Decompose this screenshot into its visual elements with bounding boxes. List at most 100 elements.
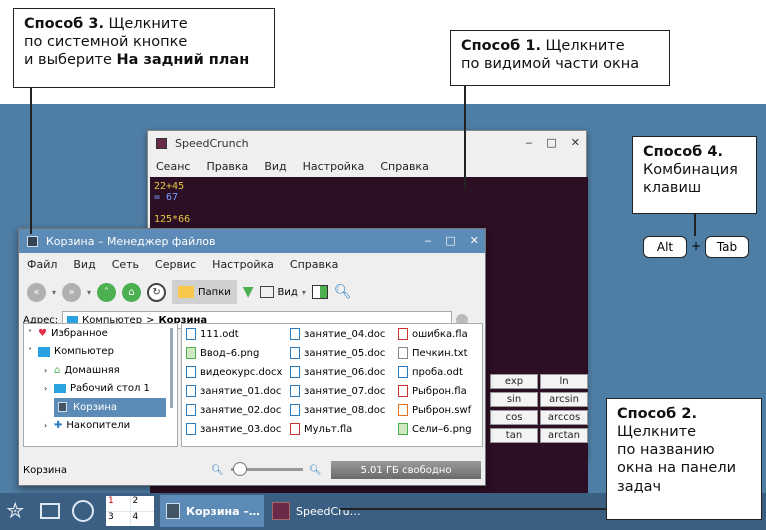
callout-text: Щелкните — [103, 16, 188, 32]
minimize-icon[interactable]: ‒ — [424, 234, 431, 247]
callout-method3: Способ 3. Щелкните по системной кнопке и… — [13, 8, 275, 88]
tree-item-label: Корзина — [73, 401, 118, 413]
tree-item-home[interactable]: › ⌂ Домашняя — [24, 361, 177, 380]
menu-view[interactable]: Вид — [264, 160, 286, 173]
filter-icon[interactable]: ▼ — [243, 284, 254, 300]
file-name: занятие_04.doc — [304, 328, 386, 340]
key-tan[interactable]: tan — [490, 428, 538, 443]
chevron-down-icon[interactable]: ˅ — [28, 329, 38, 338]
forward-icon[interactable]: » — [62, 282, 82, 302]
chevron-down-icon[interactable]: ˅ — [28, 347, 38, 356]
file-item[interactable]: проба.odt — [398, 366, 463, 378]
menu-session[interactable]: Сеанс — [156, 160, 190, 173]
menu-help[interactable]: Справка — [290, 258, 338, 271]
task-speedcrunch[interactable]: SpeedCru… — [268, 495, 368, 527]
file-item[interactable]: занятие_01.doc — [186, 385, 281, 397]
switch-windows-icon[interactable] — [72, 495, 94, 527]
reload-icon[interactable]: ↻ — [147, 282, 167, 302]
file-type-icon — [398, 404, 408, 416]
menu-network[interactable]: Сеть — [112, 258, 139, 271]
file-item[interactable]: занятие_04.doc — [290, 328, 385, 340]
file-manager-titlebar[interactable]: Корзина – Менеджер файлов ‒ □ ✕ — [19, 229, 485, 253]
key-sin[interactable]: sin — [490, 392, 538, 407]
file-item[interactable]: Ввод–6.png — [186, 347, 259, 359]
file-name: занятие_01.doc — [200, 385, 282, 397]
tree-item-computer[interactable]: ˅ Компьютер — [24, 343, 177, 362]
workspace-1[interactable]: 1 — [106, 496, 130, 511]
file-item[interactable]: Рыброн.swf — [398, 404, 471, 416]
zoom-in-icon[interactable]: 🔍︎ — [309, 465, 322, 476]
file-item[interactable]: занятие_07.doc — [290, 385, 385, 397]
zoom-out-icon[interactable]: 🔍︎ — [211, 465, 224, 476]
tree-scrollbar[interactable] — [170, 328, 173, 408]
zoom-slider-handle[interactable] — [233, 462, 247, 476]
menu-settings[interactable]: Настройка — [212, 258, 274, 271]
chevron-right-icon[interactable]: › — [44, 384, 54, 393]
search-icon[interactable]: 🔍︎ — [334, 284, 352, 300]
file-item[interactable]: Печкин.txt — [398, 347, 468, 359]
file-list[interactable]: 111.odt занятие_04.doc ошибка.fla Ввод–6.pn… — [181, 323, 483, 447]
file-name: Сели–6.png — [412, 423, 472, 435]
workspace-4[interactable]: 4 — [130, 511, 154, 526]
split-view-icon[interactable] — [311, 285, 328, 299]
speedcrunch-app-icon[interactable] — [156, 137, 167, 149]
file-manager-window[interactable]: Корзина – Менеджер файлов ‒ □ ✕ Файл Вид… — [18, 228, 486, 486]
key-ln[interactable]: ln — [540, 374, 588, 389]
key-arcsin[interactable]: arcsin — [540, 392, 588, 407]
file-item[interactable]: ошибка.fla — [398, 328, 468, 340]
folder-tree[interactable]: ˅ ♥ Избранное ˅ Компьютер › ⌂ Домашняя ›… — [23, 323, 178, 447]
file-item[interactable]: Мульт.fla — [290, 423, 352, 435]
file-item[interactable]: занятие_08.doc — [290, 404, 385, 416]
key-cos[interactable]: cos — [490, 410, 538, 425]
key-arctan[interactable]: arctan — [540, 428, 588, 443]
chevron-right-icon[interactable]: › — [44, 366, 54, 375]
tree-item-favorites[interactable]: ˅ ♥ Избранное — [24, 324, 177, 343]
chevron-right-icon[interactable]: › — [44, 421, 54, 430]
show-windows-icon[interactable] — [40, 495, 60, 527]
menu-edit[interactable]: Правка — [206, 160, 248, 173]
file-item[interactable]: Рыброн.fla — [398, 385, 467, 397]
file-item[interactable]: видеокурс.docx — [186, 366, 282, 378]
menu-view[interactable]: Вид — [73, 258, 95, 271]
menu-service[interactable]: Сервис — [155, 258, 196, 271]
tree-item-desktop[interactable]: › Рабочий стол 1 — [24, 380, 177, 399]
file-item[interactable]: Сели–6.png — [398, 423, 472, 435]
task-file-manager[interactable]: Корзина –… — [160, 495, 264, 527]
start-menu-icon[interactable]: ✮ — [6, 495, 24, 527]
key-exp[interactable]: exp — [490, 374, 538, 389]
file-item[interactable]: занятие_03.doc — [186, 423, 281, 435]
workspace-3[interactable]: 3 — [106, 511, 130, 526]
tree-item-trash[interactable]: Корзина — [54, 398, 166, 417]
maximize-icon[interactable]: □ — [445, 234, 455, 247]
file-item[interactable]: занятие_05.doc — [290, 347, 385, 359]
maximize-icon[interactable]: □ — [546, 136, 556, 149]
menu-file[interactable]: Файл — [27, 258, 57, 271]
workspace-2[interactable]: 2 — [130, 496, 154, 511]
menu-settings[interactable]: Настройка — [303, 160, 365, 173]
workspace-pager[interactable]: 1 2 3 4 — [106, 496, 154, 526]
close-icon[interactable]: ✕ — [470, 234, 479, 247]
speedcrunch-titlebar[interactable]: SpeedCrunch ‒ □ ✕ — [148, 131, 586, 155]
file-name: Мульт.fla — [304, 423, 353, 435]
close-icon[interactable]: ✕ — [571, 136, 580, 149]
heart-icon: ♥ — [38, 327, 47, 339]
back-icon[interactable]: « — [27, 282, 46, 302]
places-button[interactable]: Папки — [172, 280, 237, 304]
file-item[interactable]: занятие_02.doc — [186, 404, 281, 416]
menu-help[interactable]: Справка — [380, 160, 428, 173]
minimize-icon[interactable]: ‒ — [525, 136, 532, 149]
trash-system-button-icon[interactable] — [27, 235, 38, 247]
file-item[interactable]: 111.odt — [186, 328, 239, 340]
tree-item-drives[interactable]: › ✚ Накопители — [24, 417, 177, 436]
view-button[interactable]: Вид ▾ — [259, 286, 306, 298]
key-arccos[interactable]: arccos — [540, 410, 588, 425]
home-icon[interactable]: ⌂ — [122, 282, 142, 302]
home-icon: ⌂ — [54, 364, 61, 376]
up-icon[interactable]: ˄ — [97, 282, 117, 302]
file-item[interactable]: занятие_06.doc — [290, 366, 385, 378]
callout-text: окна на панели — [617, 460, 737, 477]
free-space-bar: 5.01 ГБ свободно — [331, 461, 481, 479]
file-manager-statusbar: Корзина 🔍︎ 🔍︎ 5.01 ГБ свободно — [19, 457, 485, 483]
chevron-down-icon[interactable]: ▾ — [52, 288, 56, 297]
chevron-down-icon[interactable]: ▾ — [87, 288, 91, 297]
